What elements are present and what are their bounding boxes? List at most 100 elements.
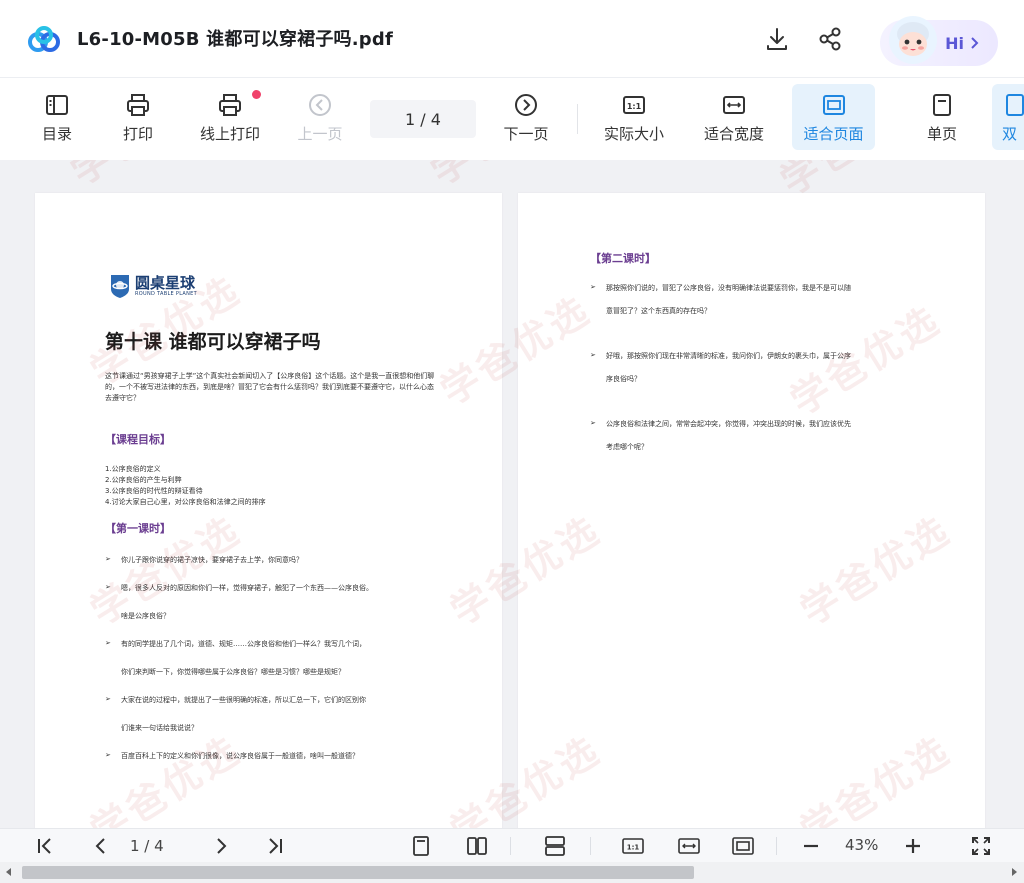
goal-item: 3.公序良俗的时代性的辩证看待 [105, 487, 203, 495]
print-button[interactable]: 打印 [116, 84, 160, 150]
first-page-icon [38, 838, 51, 854]
next-page-label: 下一页 [503, 125, 549, 143]
question-line: 啥是公序良俗？ [121, 612, 170, 620]
arrow-bullet-icon: ➢ [590, 283, 596, 291]
bottom-page-indicator[interactable]: 1 / 4 [130, 837, 164, 855]
printer-icon [127, 94, 149, 116]
actual-size-icon: 1:1 [623, 96, 645, 114]
chevron-right-icon [971, 37, 979, 49]
double-page-button[interactable]: 双 [992, 84, 1024, 150]
fit-width-icon [678, 838, 700, 854]
hi-label: Hi [945, 33, 964, 53]
arrow-bullet-icon: ➢ [105, 555, 111, 563]
toc-icon [46, 95, 68, 115]
fit-page-icon [822, 95, 845, 115]
zoom-out-button[interactable] [798, 833, 824, 859]
question-line: 有的同学提出了几个词，道德、规矩……公序良俗和他们一样么？我写几个词， [121, 640, 366, 648]
single-page-icon [933, 94, 951, 116]
svg-text:1:1: 1:1 [627, 102, 642, 111]
print-label: 打印 [122, 125, 153, 143]
actual-size-label: 实际大小 [603, 125, 664, 143]
bottom-fit-width-button[interactable] [676, 833, 702, 859]
fit-width-button[interactable]: 适合宽度 [698, 84, 770, 150]
question-line: 们谁来一句话给我说说？ [121, 724, 198, 732]
logo-name-en: ROUND TABLE PLANET [135, 291, 197, 297]
question-line: 你们来判断一下，你觉得哪些属于公序良俗？哪些是习惯？哪些是规矩？ [121, 668, 345, 676]
app-header: L6-10-M05B 谁都可以穿裙子吗.pdf Hi [0, 0, 1024, 78]
goals-list: 1.公序良俗的定义 2.公序良俗的产生与利弊 3.公序良俗的时代性的辩证看待 4… [105, 464, 266, 508]
question-line: 那按照你们说的，冒犯了公序良俗，没有明确律法说要惩罚你，我是不是可以随 [606, 284, 851, 292]
prev-page-button[interactable]: 上一页 [294, 84, 346, 150]
document-viewer[interactable]: 圆桌星球 ROUND TABLE PLANET 第十课 谁都可以穿裙子吗 这节课… [0, 160, 1024, 828]
share-button[interactable] [815, 24, 845, 54]
arrow-bullet-icon: ➢ [105, 695, 111, 703]
lesson1-heading: 【第一课时】 [105, 522, 171, 535]
next-page-button[interactable]: 下一页 [500, 84, 552, 150]
fit-page-label: 适合页面 [803, 125, 864, 143]
bottom-single-page-button[interactable] [408, 833, 434, 859]
question-line: 大家在说的过程中，就提出了一些很明确的标准，所以汇总一下，它们的区别你 [121, 696, 366, 704]
single-page-icon [413, 836, 429, 856]
actual-size-button[interactable]: 1:1 实际大小 [598, 84, 670, 150]
assistant-avatar-icon [889, 16, 937, 64]
prev-page-label: 上一页 [297, 125, 343, 143]
fit-width-icon [723, 96, 745, 114]
share-icon [819, 27, 841, 51]
arrow-bullet-icon: ➢ [105, 639, 111, 647]
single-page-label: 单页 [926, 125, 957, 143]
scroll-left-arrow-icon[interactable] [6, 868, 11, 876]
pdf-page-1: 圆桌星球 ROUND TABLE PLANET 第十课 谁都可以穿裙子吗 这节课… [35, 193, 502, 828]
page-number-input[interactable]: 1 / 4 [370, 100, 476, 138]
goals-heading: 【课程目标】 [105, 433, 171, 446]
question-line: 意冒犯了？这个东西真的存在吗？ [606, 307, 711, 315]
bottom-next-page-button[interactable] [208, 833, 234, 859]
bottom-double-page-button[interactable] [464, 833, 490, 859]
bottom-actual-size-button[interactable]: 1:1 [620, 833, 646, 859]
bottom-prev-page-button[interactable] [88, 833, 114, 859]
zoom-level[interactable]: 43% [845, 836, 878, 854]
pdf-page-2: 【第二课时】 ➢ 那按照你们说的，冒犯了公序良俗，没有明确律法说要惩罚你，我是不… [518, 193, 985, 828]
lesson-title: 第十课 谁都可以穿裙子吗 [105, 331, 321, 353]
first-page-button[interactable] [32, 833, 58, 859]
goal-item: 1.公序良俗的定义 [105, 465, 161, 473]
chevron-right-circle-icon [515, 94, 537, 116]
horizontal-scrollbar-thumb[interactable] [22, 866, 694, 879]
single-page-button[interactable]: 单页 [920, 84, 964, 150]
watermark: 学爸优选 [58, 160, 230, 195]
arrow-bullet-icon: ➢ [590, 419, 596, 427]
question-line: 好哦，那按照你们现在非常清晰的标准，我问你们，伊朗女的裹头巾，属于公序 [606, 352, 851, 360]
scroll-right-arrow-icon[interactable] [1012, 868, 1017, 876]
fit-page-button[interactable]: 适合页面 [792, 84, 875, 150]
fullscreen-icon [972, 837, 990, 855]
question-line: 序良俗吗？ [606, 375, 641, 383]
bottom-fit-page-button[interactable] [730, 833, 756, 859]
bottom-divider [510, 837, 511, 855]
double-page-label: 双 [1002, 125, 1018, 143]
last-page-icon [269, 838, 282, 854]
logo-name-cn: 圆桌星球 [135, 274, 196, 292]
zoom-in-button[interactable] [900, 833, 926, 859]
fit-page-icon [732, 837, 754, 855]
toc-button[interactable]: 目录 [36, 84, 78, 150]
chevron-left-circle-icon [309, 94, 331, 116]
horizontal-scrollbar[interactable] [0, 862, 1024, 883]
double-page-icon [467, 837, 487, 855]
last-page-button[interactable] [262, 833, 288, 859]
continuous-scroll-icon [545, 836, 565, 856]
actual-size-icon: 1:1 [622, 838, 644, 854]
zoom-in-icon [906, 839, 920, 853]
planet-shield-icon [111, 275, 129, 298]
lesson2-heading: 【第二课时】 [590, 252, 656, 265]
question-line: 考虑哪个呢？ [606, 443, 648, 451]
download-button[interactable] [762, 24, 792, 54]
bottom-divider [776, 837, 777, 855]
fullscreen-button[interactable] [968, 833, 994, 859]
question-line: 公序良俗和法律之间，常常会起冲突，你觉得，冲突出现的时候，我们应该优先 [606, 420, 851, 428]
question-line: 你儿子跟你说穿的裙子凉快，要穿裙子去上学，你同意吗？ [121, 556, 303, 564]
viewer-toolbar: 目录 打印 线上打印 上一页 1 / 4 下一页 1:1 实际大小 适合宽度 适… [0, 78, 1024, 160]
svg-text:1:1: 1:1 [627, 844, 640, 852]
new-badge-dot [252, 90, 261, 99]
bottom-divider [590, 837, 591, 855]
goal-item: 4.讨论大家自己心里，对公序良俗和法律之间的排序 [105, 498, 266, 506]
continuous-scroll-button[interactable] [542, 833, 568, 859]
